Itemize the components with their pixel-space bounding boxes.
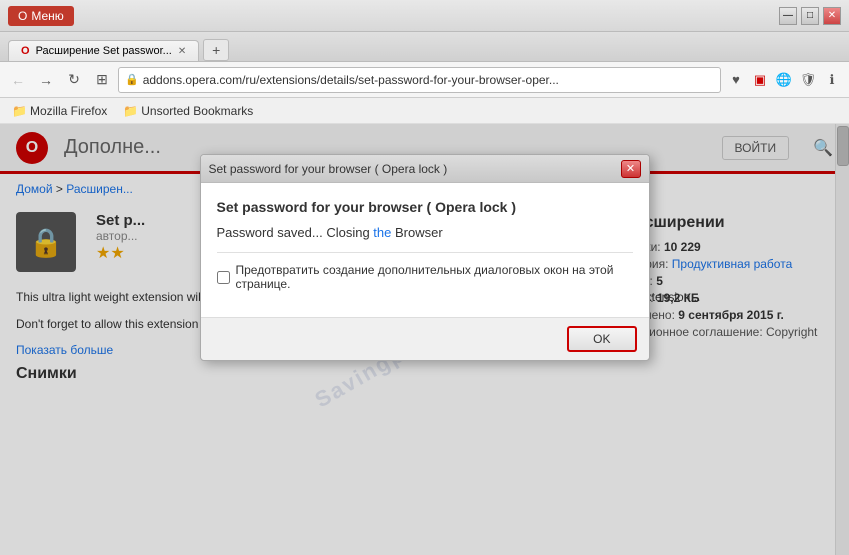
active-tab[interactable]: O Расширение Set passwor... ✕ <box>8 40 199 61</box>
home-button[interactable]: ⊞ <box>90 68 114 92</box>
dialog-body: Set password for your browser ( Opera lo… <box>201 183 649 317</box>
tab-opera-icon: O <box>21 45 30 57</box>
dialog-checkbox-row: Предотвратить создание дополнительных ди… <box>217 252 633 291</box>
bookmark-heart-icon[interactable]: ♥ <box>725 69 747 91</box>
dialog-msg-highlight: the <box>373 225 391 240</box>
ok-button[interactable]: OK <box>567 326 636 352</box>
new-tab-button[interactable]: + <box>203 39 229 61</box>
address-bar-input[interactable]: 🔒 addons.opera.com/ru/extensions/details… <box>118 67 721 93</box>
maximize-button[interactable]: □ <box>801 7 819 25</box>
tab-bar: O Расширение Set passwor... ✕ + <box>0 32 849 62</box>
tab-close-icon[interactable]: ✕ <box>178 46 186 57</box>
bookmark-unsorted[interactable]: 📁 Unsorted Bookmarks <box>119 102 257 120</box>
minimize-button[interactable]: — <box>779 7 797 25</box>
dialog-footer: OK <box>201 317 649 360</box>
page-content: Savingpcrepair.Com O Дополне... ВОЙТИ 🔍 … <box>0 124 849 555</box>
title-bar: O Меню — □ ✕ <box>0 0 849 32</box>
dialog: Set password for your browser ( Opera lo… <box>200 154 650 361</box>
bookmark-folder-icon: 📁 <box>12 104 27 118</box>
bookmarks-bar: 📁 Mozilla Firefox 📁 Unsorted Bookmarks <box>0 98 849 124</box>
tab-title: Расширение Set passwor... <box>36 45 172 57</box>
opera-logo-small: O <box>18 9 27 23</box>
dialog-overlay: Set password for your browser ( Opera lo… <box>0 124 849 555</box>
dialog-msg-part2: Browser <box>391 225 442 240</box>
extension-icon-1[interactable]: ▣ <box>749 69 771 91</box>
globe-icon[interactable]: 🌐 <box>773 69 795 91</box>
address-text: addons.opera.com/ru/extensions/details/s… <box>143 73 714 87</box>
toolbar-icons: ♥ ▣ 🌐 🛡 ℹ <box>725 69 843 91</box>
menu-label: Меню <box>31 9 63 23</box>
bookmark-firefox[interactable]: 📁 Mozilla Firefox <box>8 102 111 120</box>
bookmark-firefox-label: Mozilla Firefox <box>30 104 107 118</box>
info-icon[interactable]: ℹ <box>821 69 843 91</box>
dialog-msg-part1: Password saved... Closing <box>217 225 374 240</box>
dialog-titlebar: Set password for your browser ( Opera lo… <box>201 155 649 183</box>
bookmark-folder-icon-2: 📁 <box>123 104 138 118</box>
dialog-heading: Set password for your browser ( Opera lo… <box>217 199 633 215</box>
shield-icon[interactable]: 🛡 <box>797 69 819 91</box>
forward-button[interactable]: → <box>34 68 58 92</box>
prevent-dialogs-checkbox[interactable] <box>217 271 230 284</box>
refresh-button[interactable]: ↻ <box>62 68 86 92</box>
menu-button[interactable]: O Меню <box>8 6 74 26</box>
lock-icon: 🔒 <box>125 73 139 86</box>
prevent-dialogs-label: Предотвратить создание дополнительных ди… <box>236 263 633 291</box>
dialog-message: Password saved... Closing the Browser <box>217 225 633 240</box>
close-button[interactable]: ✕ <box>823 7 841 25</box>
dialog-close-button[interactable]: ✕ <box>621 160 641 178</box>
back-button[interactable]: ← <box>6 68 30 92</box>
dialog-title: Set password for your browser ( Opera lo… <box>209 162 621 176</box>
address-bar: ← → ↻ ⊞ 🔒 addons.opera.com/ru/extensions… <box>0 62 849 98</box>
window-controls: — □ ✕ <box>779 7 841 25</box>
bookmark-unsorted-label: Unsorted Bookmarks <box>141 104 253 118</box>
